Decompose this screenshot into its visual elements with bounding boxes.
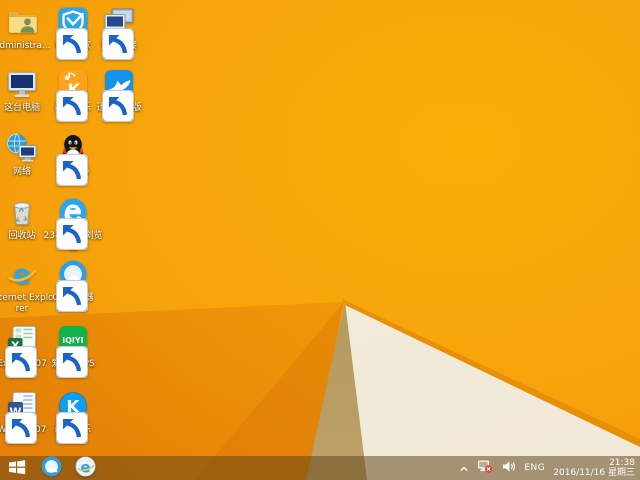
language-indicator[interactable]: ENG <box>524 463 545 473</box>
excel-2007-icon: X <box>5 324 38 378</box>
desktop-icon-iqiyi-pps[interactable]: iQIYI爱奇艺PPS <box>40 324 106 378</box>
desktop-icon-broadband[interactable]: 宽带连接 <box>86 6 152 60</box>
shortcut-arrow-icon <box>56 28 88 60</box>
shortcut-arrow-icon <box>5 412 37 444</box>
desktop-icon-thunder[interactable]: 迅雷极速版 <box>86 68 152 122</box>
svg-text:iQIYI: iQIYI <box>62 336 83 345</box>
recycle-bin-icon <box>6 196 38 228</box>
qq-browser-icon <box>40 455 63 480</box>
desktop-icon-qq-browser[interactable]: QQ浏览器 <box>40 258 106 312</box>
show-hidden-icons-button[interactable] <box>459 459 469 478</box>
system-tray: ENG 21:38 2016/11/16 星期三 <box>459 456 640 480</box>
shortcut-arrow-icon <box>5 346 37 378</box>
internet-explorer-icon: e <box>74 455 97 480</box>
network-status-button[interactable] <box>477 458 493 478</box>
thunder-icon <box>102 68 135 122</box>
shortcut-arrow-icon <box>102 90 134 122</box>
clock-date: 2016/11/16 星期三 <box>553 468 635 478</box>
kugou-music-icon: K <box>56 390 89 444</box>
clock[interactable]: 21:38 2016/11/16 星期三 <box>553 458 635 478</box>
windows-logo-icon <box>7 457 27 480</box>
shortcut-arrow-icon <box>56 154 88 186</box>
clock-time: 21:38 <box>609 458 635 468</box>
start-button[interactable] <box>0 456 34 480</box>
user-folder-icon <box>6 6 38 38</box>
kuwo-music-icon: K <box>56 68 89 122</box>
taskbar: e ENG 21:38 2016/11/16 星期三 <box>0 455 640 480</box>
taskbar-left: e <box>0 455 102 480</box>
network-icon <box>6 132 38 164</box>
iqiyi-pps-icon: iQIYI <box>56 324 89 378</box>
svg-text:e: e <box>13 260 31 291</box>
shortcut-arrow-icon <box>56 90 88 122</box>
desktop-icon-tencent-qq[interactable]: 腾讯QQ <box>40 132 106 186</box>
volume-button[interactable] <box>501 459 516 478</box>
pc-manager-icon <box>56 6 89 60</box>
speaker-icon <box>501 459 516 478</box>
qq-browser-icon <box>56 258 89 312</box>
desktop-icon-kugou-music[interactable]: K酷狗音乐 <box>40 390 106 444</box>
internet-explorer-icon: e <box>6 258 38 290</box>
taskbar-internet-explorer-button[interactable]: e <box>68 455 102 480</box>
shortcut-arrow-icon <box>56 346 88 378</box>
chevron-up-icon <box>459 459 469 478</box>
tencent-qq-icon <box>56 132 89 186</box>
this-pc-icon <box>6 68 38 100</box>
word-2007-icon: W <box>5 390 38 444</box>
shortcut-arrow-icon <box>56 218 88 250</box>
shortcut-arrow-icon <box>102 28 134 60</box>
browser-2345-icon <box>56 196 89 250</box>
network-disconnected-icon <box>477 458 493 478</box>
desktop[interactable]: Administra...电脑管家宽带连接这台电脑K酷我音乐迅雷极速版网络腾讯Q… <box>0 0 640 480</box>
shortcut-arrow-icon <box>56 412 88 444</box>
broadband-icon <box>102 6 135 60</box>
desktop-icon-browser-2345[interactable]: 2345加速浏览器 <box>40 196 106 253</box>
shortcut-arrow-icon <box>56 280 88 312</box>
svg-text:e: e <box>80 458 90 476</box>
taskbar-qq-browser-button[interactable] <box>34 456 68 480</box>
